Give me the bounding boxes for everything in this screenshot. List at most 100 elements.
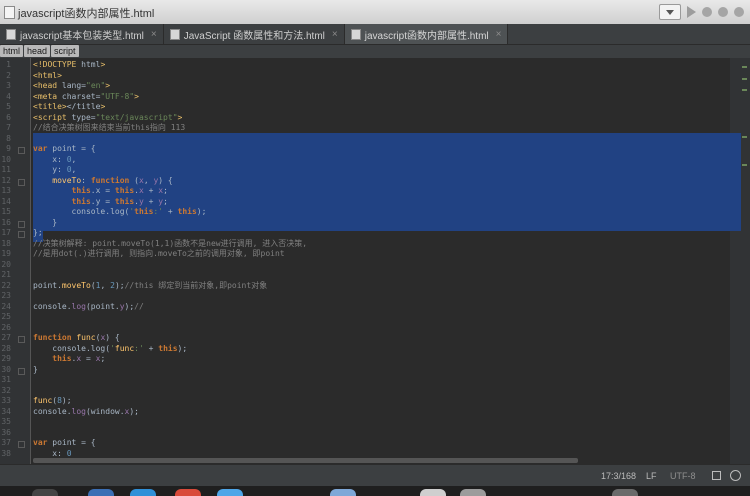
code-line[interactable]: 21 <box>0 270 730 281</box>
dock-app-icon[interactable] <box>612 489 638 496</box>
code-line[interactable]: 31 <box>0 375 730 386</box>
line-number: 31 <box>1 375 11 384</box>
tab-function-properties-methods[interactable]: JavaScript 函数属性和方法.html × <box>163 24 345 44</box>
stop-icon[interactable] <box>718 7 728 17</box>
code-line[interactable]: 12 moveTo: function (x, y) { <box>0 176 730 187</box>
code-line[interactable]: 10 x: 0, <box>0 155 730 166</box>
code-text: console.log('func:' + this); <box>33 343 188 353</box>
bug-icon[interactable] <box>702 7 712 17</box>
lock-icon[interactable] <box>712 471 721 480</box>
code-line[interactable]: 36 <box>0 428 730 439</box>
code-line[interactable]: 20 <box>0 260 730 271</box>
tab-function-internal-properties[interactable]: javascript函数内部属性.html × <box>344 24 509 44</box>
line-number: 22 <box>1 280 11 290</box>
error-stripe-marker[interactable] <box>742 66 747 68</box>
close-icon[interactable]: × <box>496 29 502 40</box>
dock-app-icon[interactable] <box>130 489 156 496</box>
code-line[interactable]: 11 y: 0, <box>0 165 730 176</box>
code-text: this.x = this.x + x; <box>71 186 168 195</box>
code-line[interactable]: 9 var point = { <box>0 144 730 155</box>
file-encoding[interactable]: UTF-8 <box>670 471 696 481</box>
dock-app-icon[interactable] <box>32 489 58 496</box>
line-separator[interactable]: LF <box>646 471 657 481</box>
code-line[interactable]: 3 <head lang="en"> <box>0 81 730 92</box>
line-number: 27 <box>1 333 11 342</box>
horizontal-scrollbar[interactable] <box>33 458 578 463</box>
fold-icon[interactable] <box>18 441 25 448</box>
code-line[interactable]: 24 console.log(point.y);// <box>0 302 730 313</box>
error-stripe-marker[interactable] <box>742 136 747 138</box>
code-text: } <box>33 217 58 227</box>
code-line[interactable]: 26 <box>0 323 730 334</box>
code-line[interactable]: 2 <html> <box>0 71 730 82</box>
fold-icon[interactable] <box>18 336 25 343</box>
tab-basic-wrapper-types[interactable]: javascript基本包装类型.html × <box>0 24 164 44</box>
editor-tabs: javascript基本包装类型.html × JavaScript 函数属性和… <box>0 24 750 45</box>
dock-app-icon[interactable] <box>175 489 201 496</box>
close-icon[interactable]: × <box>151 29 157 40</box>
code-line[interactable]: 7 //结合决策树图来结束当前this指向 113 <box>0 123 730 134</box>
line-number: 38 <box>1 448 11 458</box>
code-line[interactable]: 5 <title></title> <box>0 102 730 113</box>
dock-app-icon[interactable] <box>217 489 243 496</box>
line-number: 20 <box>1 259 11 269</box>
code-line[interactable]: 16 } <box>0 218 730 229</box>
face-icon[interactable] <box>730 470 741 481</box>
line-number: 35 <box>1 417 11 426</box>
code-line[interactable]: 8 <box>0 134 730 145</box>
line-number: 37 <box>1 438 11 447</box>
code-line[interactable]: 34 console.log(window.x); <box>0 407 730 418</box>
code-line[interactable]: 15 console.log('this:' + this); <box>0 207 730 218</box>
code-line[interactable]: 14 this.y = this.y + y; <box>0 197 730 208</box>
code-line[interactable]: 19 //是用dot(.)进行调用, 则指向.moveTo之前的调用对象, 即po… <box>0 249 730 260</box>
line-number: 5 <box>6 102 11 111</box>
code-line[interactable]: 17}; <box>0 228 730 239</box>
fold-icon[interactable] <box>18 178 25 186</box>
tab-label: javascript函数内部属性.html <box>364 30 489 42</box>
code-line[interactable]: 29 this.x = x; <box>0 354 730 365</box>
code-text: <title></title> <box>33 102 106 111</box>
error-stripe-marker[interactable] <box>742 78 747 80</box>
run-config-dropdown[interactable] <box>659 4 681 20</box>
code-line[interactable]: 28 console.log('func:' + this); <box>0 344 730 355</box>
code-line[interactable]: 37 var point = { <box>0 438 730 449</box>
fold-icon[interactable] <box>18 220 25 228</box>
breadcrumb-html[interactable]: html <box>0 45 24 57</box>
line-number: 23 <box>1 291 11 300</box>
code-line[interactable]: 6 <script type="text/javascript"> <box>0 113 730 124</box>
error-stripe-marker[interactable] <box>742 164 747 166</box>
dock-app-icon[interactable] <box>88 489 114 496</box>
fold-icon[interactable] <box>18 231 25 238</box>
code-line[interactable]: 23 <box>0 291 730 302</box>
play-icon[interactable] <box>687 6 696 18</box>
code-line[interactable]: 27 function func(x) { <box>0 333 730 344</box>
fold-icon[interactable] <box>18 367 25 375</box>
dock-app-icon[interactable] <box>330 489 356 496</box>
code-line[interactable]: 32 <box>0 386 730 397</box>
error-stripe[interactable] <box>730 58 750 464</box>
code-line[interactable]: 35 <box>0 417 730 428</box>
breadcrumb-script[interactable]: script <box>51 45 79 57</box>
code-line[interactable]: 33 func(8); <box>0 396 730 407</box>
code-text: var point = { <box>33 144 96 153</box>
breadcrumb-head[interactable]: head <box>24 45 51 57</box>
code-line[interactable]: 22 point.moveTo(1, 2);//this 绑定到当前对象,即poi… <box>0 281 730 292</box>
close-icon[interactable]: × <box>332 29 338 40</box>
settings-icon[interactable] <box>734 7 744 17</box>
line-number: 12 <box>1 175 11 185</box>
code-line[interactable]: 1 <!DOCTYPE html> <box>0 60 730 71</box>
dock-app-icon[interactable] <box>420 489 446 496</box>
code-editor[interactable]: 1 <!DOCTYPE html> 2 <html> 3 <head lang="en">… <box>0 58 750 464</box>
code-line[interactable]: 30} <box>0 365 730 376</box>
error-stripe-marker[interactable] <box>742 89 747 91</box>
code-line[interactable]: 4 <meta charset="UTF-8"> <box>0 92 730 103</box>
line-number: 29 <box>1 354 11 363</box>
cursor-position[interactable]: 17:3/168 <box>601 471 636 481</box>
line-number: 25 <box>1 312 11 321</box>
code-line[interactable]: 13 this.x = this.x + x; <box>0 186 730 197</box>
code-line[interactable]: 18 //决策树解释: point.moveTo(1,1)函数不是new进行调用,… <box>0 239 730 250</box>
fold-icon[interactable] <box>18 147 25 154</box>
status-bar: 17:3/168 LF UTF-8 <box>0 464 750 487</box>
code-line[interactable]: 25 <box>0 312 730 323</box>
dock-app-icon[interactable] <box>460 489 486 496</box>
